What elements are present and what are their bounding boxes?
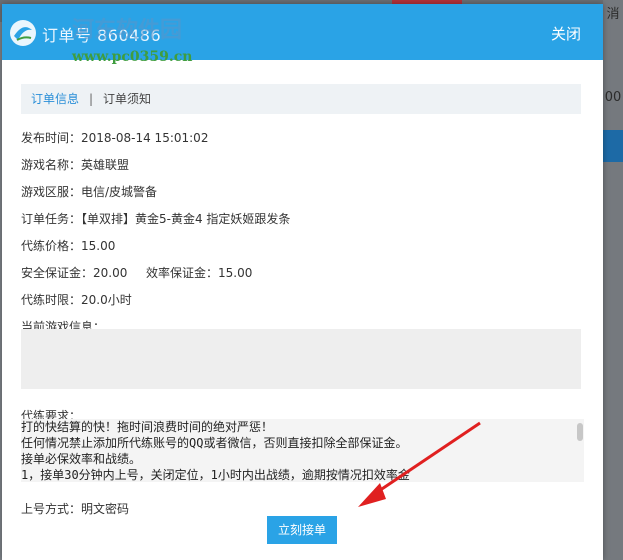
watermark-url: www.pc0359.cn (72, 49, 193, 65)
security-deposit: 安全保证金：20.00 (21, 266, 128, 280)
tab-order-info[interactable]: 订单信息 (31, 84, 79, 114)
publish-time: 发布时间：2018-08-14 15:01:02 (21, 131, 209, 145)
time-limit: 代练时限：20.0小时 (21, 293, 132, 307)
order-task: 订单任务：【单双排】黄金5-黄金4 指定妖姬跟发条 (21, 212, 291, 226)
accept-order-button[interactable]: 立刻接单 (267, 516, 337, 544)
watermark-text: 河东软件园 (72, 17, 183, 43)
boost-price: 代练价格：15.00 (21, 239, 116, 253)
close-button[interactable]: 关闭 (551, 23, 581, 44)
red-arrow-icon (358, 421, 481, 507)
scrollbar-thumb[interactable] (577, 423, 583, 441)
tab-order-notes[interactable]: 订单须知 (103, 84, 151, 114)
current-game-info-box (21, 329, 581, 389)
efficiency-deposit: 效率保证金：15.00 (146, 266, 253, 280)
tab-bar: 订单信息 | 订单须知 (21, 84, 581, 114)
tab-separator: | (89, 92, 94, 106)
game-region: 游戏区服：电信/皮城警备 (21, 185, 158, 199)
background-right-panel (603, 0, 623, 560)
logo-icon (10, 20, 36, 46)
background-right-item: 消 (606, 7, 620, 22)
game-name: 游戏名称：英雄联盟 (21, 158, 130, 172)
background-blue-block (603, 130, 623, 162)
background-right-item: 00 (604, 90, 622, 105)
requirements-scrollbar[interactable] (576, 419, 584, 482)
login-method: 上号方式：明文密码 (21, 502, 130, 516)
